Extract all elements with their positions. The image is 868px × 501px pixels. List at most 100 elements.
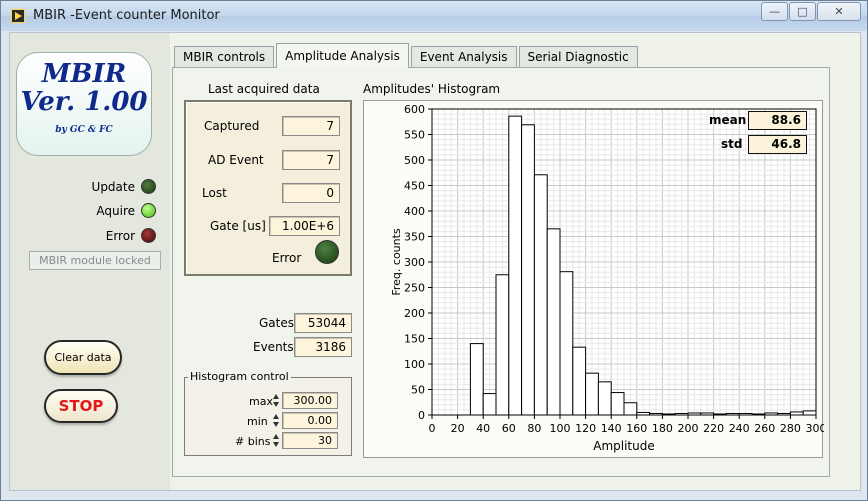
lost-value: 0 [282,183,340,203]
app-window: MBIR -Event counter Monitor — □ ✕ MBIR V… [0,0,868,501]
close-icon[interactable]: ✕ [817,2,861,21]
x-tick-label: 220 [703,422,724,435]
histogram-bar [546,228,561,416]
std-value: 46.8 [748,135,807,154]
update-led-icon [141,179,156,194]
x-tick-label: 240 [729,422,750,435]
logo-title: MBIR [41,59,127,89]
tab-serial-diagnostic[interactable]: Serial Diagnostic [518,46,638,68]
error-led-icon [141,228,156,243]
histogram-bar [572,346,587,416]
y-tick-label: 150 [404,333,425,346]
y-tick-label: 450 [404,180,425,193]
last-acquired-cluster: Captured 7 AD Event 7 Lost 0 Gate [us] 1… [184,100,352,276]
window-controls: — □ ✕ [760,2,861,21]
y-tick-label: 350 [404,231,425,244]
histogram-bar [495,274,510,416]
histogram-control-title: Histogram control [188,370,291,383]
x-tick-label: 200 [678,422,699,435]
error-indicator: Error [31,228,156,243]
x-tick-label: 160 [626,422,647,435]
aquire-led-icon [141,203,156,218]
histogram-bar [469,343,484,416]
x-tick-label: 20 [451,422,465,435]
ad-event-value: 7 [282,150,340,170]
captured-value: 7 [282,116,340,136]
histogram-bar [802,410,817,416]
acq-error-label: Error [272,251,302,265]
minimize-icon[interactable]: — [761,2,788,21]
x-axis-label: Amplitude [593,439,655,453]
bins-spinner-icon[interactable] [273,433,280,449]
module-locked-status: MBIR module locked [29,251,161,270]
y-tick-label: 100 [404,358,425,371]
histogram-chart: 0 50 100 150 200 250 300 350 400 450 500 550 600 0 20 4… [363,100,825,458]
gate-label: Gate [us] [210,219,266,233]
logo: MBIR Ver. 1.00 by GC & FC [16,52,152,156]
histogram-bar [623,402,638,416]
y-tick-label: 250 [404,282,425,295]
aquire-label: Aquire [96,203,135,218]
max-input[interactable]: 300.00 [282,392,338,409]
min-spinner-icon[interactable] [273,413,280,429]
y-tick-label: 400 [404,205,425,218]
x-tick-label: 140 [601,422,622,435]
min-input[interactable]: 0.00 [282,412,338,429]
histogram-bar [508,115,523,416]
histogram-control-cluster: max 300.00 min 0.00 # bins 30 [184,377,352,456]
labview-app-icon [11,9,25,23]
window-title: MBIR -Event counter Monitor [33,8,220,23]
captured-label: Captured [204,119,260,133]
min-label: min [247,415,268,428]
gates-value: 53044 [294,313,352,333]
x-tick-label: 100 [550,422,571,435]
x-tick-label: 0 [429,422,436,435]
y-tick-label: 0 [418,409,425,422]
bins-input[interactable]: 30 [282,432,338,449]
y-tick-label: 550 [404,129,425,142]
title-bar[interactable]: MBIR -Event counter Monitor — □ ✕ [1,1,867,31]
histogram-bar [610,392,625,416]
maximize-icon[interactable]: □ [789,2,816,21]
ad-event-label: AD Event [208,153,264,167]
histogram-bar [559,271,574,416]
histogram-bar [533,174,548,416]
histogram-title: Amplitudes' Histogram [363,82,501,96]
y-tick-label: 600 [404,103,425,116]
x-tick-label: 280 [780,422,801,435]
y-tick-label: 50 [411,384,425,397]
x-tick-label: 60 [502,422,516,435]
aquire-indicator: Aquire [31,203,156,218]
logo-credits: by GC & FC [55,125,113,135]
y-tick-label: 500 [404,154,425,167]
tab-bar: MBIR controls Amplitude Analysis Event A… [174,43,640,68]
gates-label: Gates [259,316,294,330]
y-tick-label: 200 [404,307,425,320]
front-panel: MBIR Ver. 1.00 by GC & FC Update Aquire … [9,32,861,491]
update-label: Update [91,179,135,194]
x-tick-label: 120 [575,422,596,435]
clear-data-button[interactable]: Clear data [44,340,122,375]
x-tick-label: 300 [806,422,825,435]
bins-label: # bins [235,435,271,448]
tab-event-analysis[interactable]: Event Analysis [410,46,517,68]
histogram-bar [597,381,612,416]
max-label: max [249,395,273,408]
x-tick-label: 180 [652,422,673,435]
stop-button[interactable]: STOP [44,389,118,423]
max-spinner-icon[interactable] [273,393,280,409]
histogram-bar [585,372,599,416]
events-value: 3186 [294,337,352,357]
amplitude-analysis-panel: Last acquired data Captured 7 AD Event 7… [172,67,830,477]
error-label: Error [105,228,135,243]
histogram-bar [482,393,497,416]
x-tick-label: 260 [754,422,775,435]
x-tick-label: 40 [476,422,490,435]
update-indicator: Update [31,179,156,194]
tab-mbir-controls[interactable]: MBIR controls [174,46,275,68]
mean-label: mean [709,113,747,127]
last-acquired-title: Last acquired data [208,82,320,96]
histogram-plot: 0 50 100 150 200 250 300 350 400 450 500 550 600 0 20 4… [390,103,825,453]
tab-amplitude-analysis[interactable]: Amplitude Analysis [276,43,409,68]
histogram-bar [521,124,535,416]
